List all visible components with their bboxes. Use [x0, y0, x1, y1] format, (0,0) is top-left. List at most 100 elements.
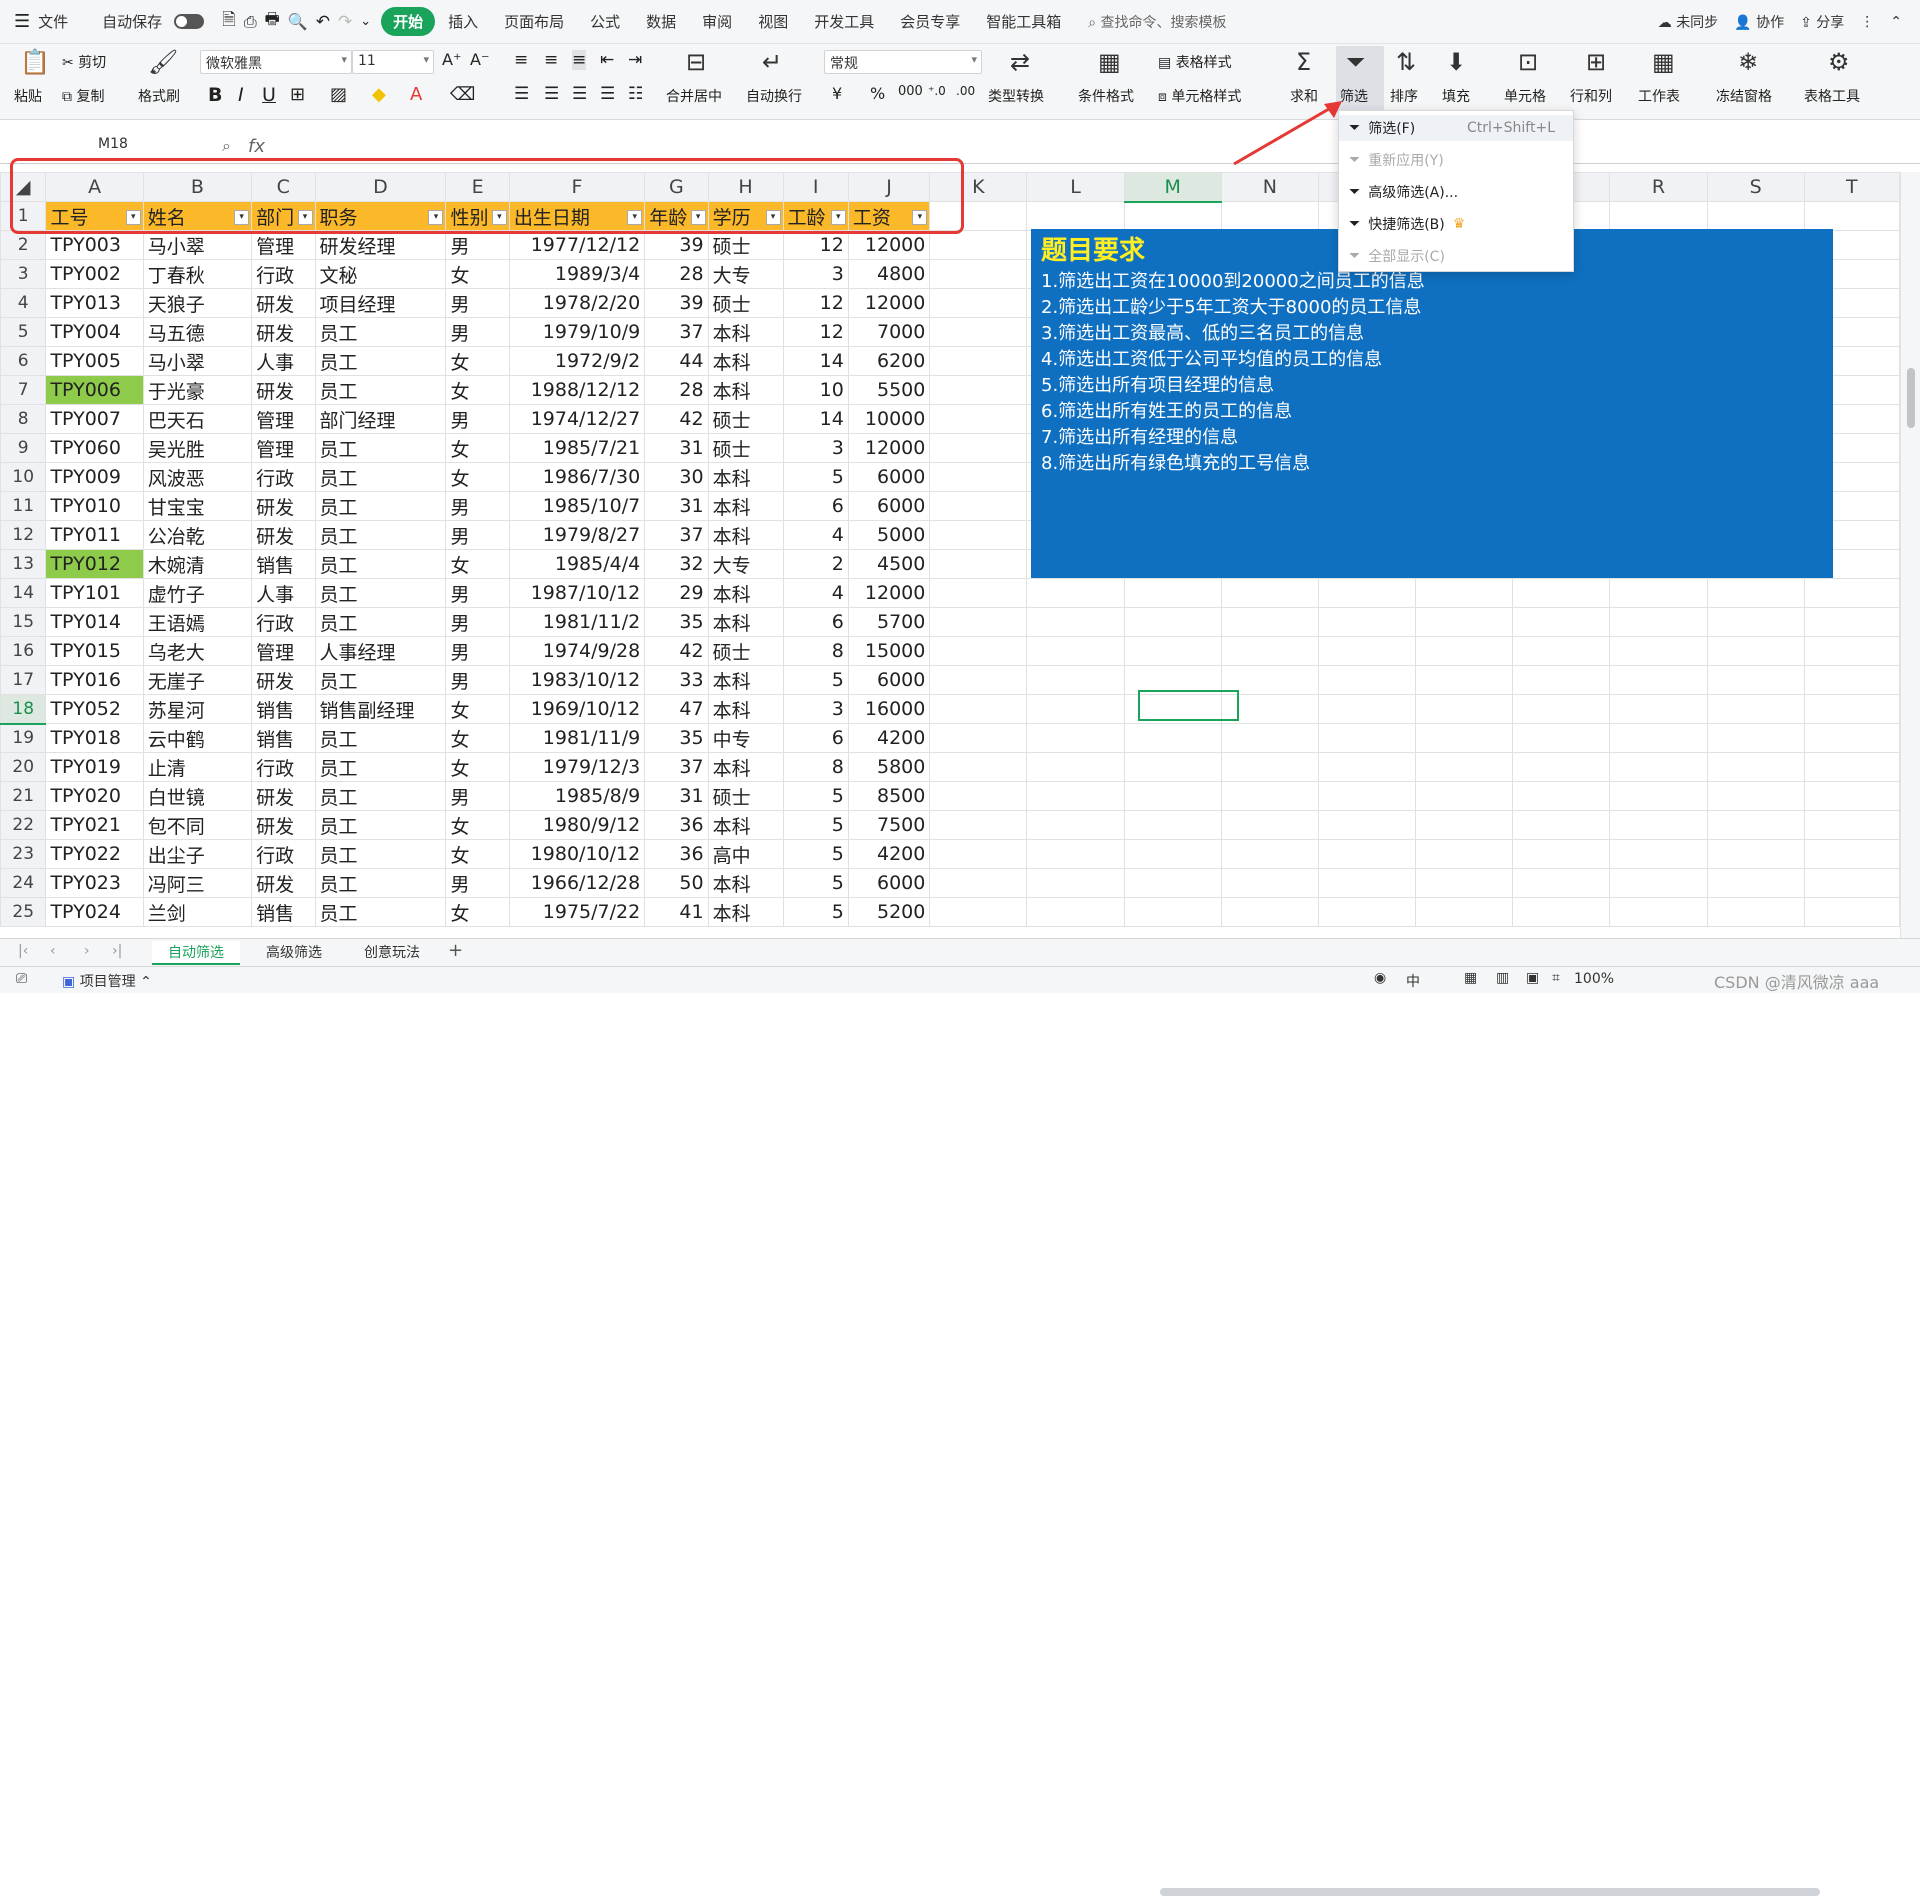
cell[interactable]: 男	[445, 230, 510, 260]
cell[interactable]: 木婉清	[142, 549, 253, 579]
cell[interactable]: 风波恶	[142, 462, 253, 492]
cell[interactable]: 销售	[251, 694, 316, 724]
empty-cell[interactable]	[1609, 201, 1708, 231]
row-header[interactable]: 24	[0, 868, 47, 898]
empty-cell[interactable]	[1512, 868, 1611, 898]
fx-icon[interactable]: fx	[248, 136, 265, 157]
empty-cell[interactable]	[1123, 781, 1222, 811]
cell[interactable]: 男	[445, 665, 510, 695]
cell[interactable]: TPY016	[45, 665, 144, 695]
empty-cell[interactable]	[1512, 839, 1611, 869]
cell[interactable]: 本科	[707, 317, 784, 347]
cell[interactable]: 员工	[314, 433, 447, 463]
brush-icon[interactable]: 🖌	[148, 48, 178, 76]
empty-cell[interactable]	[1609, 665, 1708, 695]
horizontal-scroll-thumb[interactable]	[1160, 1888, 1820, 1896]
row-header[interactable]: 12	[0, 520, 47, 550]
cell[interactable]: 5000	[847, 520, 931, 550]
cell[interactable]: 1987/10/12	[508, 578, 646, 608]
cell[interactable]: 员工	[314, 346, 447, 376]
cell[interactable]: 硕士	[707, 230, 784, 260]
cell[interactable]: 男	[445, 781, 510, 811]
horizontal-scrollbar[interactable]	[1140, 1881, 1880, 1901]
empty-cell[interactable]	[1317, 868, 1417, 898]
cell[interactable]: 销售	[251, 723, 316, 753]
empty-cell[interactable]	[1317, 810, 1417, 840]
empty-cell[interactable]	[1317, 636, 1417, 666]
empty-cell[interactable]	[1609, 781, 1708, 811]
empty-cell[interactable]	[929, 810, 1028, 840]
cell[interactable]: 部门经理	[314, 404, 447, 434]
wrap-icon[interactable]: ↵	[762, 48, 782, 76]
cell[interactable]: 本科	[707, 868, 784, 898]
cell[interactable]: TPY007	[45, 404, 144, 434]
paste-button[interactable]: 粘贴	[14, 86, 42, 106]
cell[interactable]: 女	[445, 433, 510, 463]
empty-cell[interactable]	[1123, 578, 1222, 608]
cell[interactable]: 本科	[707, 665, 784, 695]
empty-cell[interactable]	[1026, 781, 1125, 811]
cell[interactable]: 行政	[251, 259, 316, 289]
cell[interactable]: 员工	[314, 549, 447, 579]
cell[interactable]: 员工	[314, 839, 447, 869]
row-header[interactable]: 20	[0, 752, 47, 782]
empty-cell[interactable]	[1803, 201, 1900, 231]
project-button[interactable]: ▣ 项目管理 ⌃	[62, 971, 152, 991]
cell[interactable]: 1985/8/9	[508, 781, 646, 811]
grow-font-icon[interactable]: A⁺	[442, 50, 461, 69]
empty-cell[interactable]	[1803, 810, 1900, 840]
table-tools-icon[interactable]: ⚙	[1828, 48, 1850, 76]
empty-cell[interactable]	[1415, 607, 1514, 637]
cell[interactable]: 47	[644, 694, 709, 724]
collapse-icon[interactable]: ⌃	[1890, 14, 1902, 30]
tab-developer[interactable]: 开发工具	[801, 11, 887, 32]
collab-button[interactable]: 👤 协作	[1734, 12, 1784, 32]
ime-indicator[interactable]: 中	[1406, 971, 1420, 991]
cell[interactable]: 35	[644, 723, 709, 753]
cell[interactable]: 4200	[847, 839, 931, 869]
fill-icon[interactable]: ⬇	[1446, 48, 1466, 76]
cell[interactable]: 男	[445, 520, 510, 550]
cell[interactable]: 6000	[847, 491, 931, 521]
cell[interactable]: TPY009	[45, 462, 144, 492]
cell[interactable]: 14	[782, 346, 849, 376]
cell[interactable]: 研发	[251, 810, 316, 840]
empty-cell[interactable]	[1706, 781, 1805, 811]
cell[interactable]: TPY002	[45, 259, 144, 289]
cell[interactable]: 5800	[847, 752, 931, 782]
cell-icon[interactable]: ⊡	[1518, 48, 1538, 76]
row-header[interactable]: 25	[0, 897, 47, 927]
empty-cell[interactable]	[929, 752, 1028, 782]
cell[interactable]: 6000	[847, 868, 931, 898]
cell[interactable]: 7500	[847, 810, 931, 840]
cell[interactable]: 1980/9/12	[508, 810, 646, 840]
cell[interactable]: TPY024	[45, 897, 144, 927]
empty-cell[interactable]	[929, 462, 1028, 492]
cell[interactable]: 42	[644, 404, 709, 434]
normal-view-icon[interactable]: ▦	[1464, 970, 1477, 986]
sort-button[interactable]: 排序	[1390, 86, 1418, 106]
empty-cell[interactable]	[929, 694, 1028, 724]
cell[interactable]: 兰剑	[142, 897, 253, 927]
empty-cell[interactable]	[1220, 839, 1319, 869]
empty-cell[interactable]	[1609, 810, 1708, 840]
fill-button[interactable]: 填充	[1442, 86, 1470, 106]
empty-cell[interactable]	[1803, 578, 1900, 608]
empty-cell[interactable]	[1803, 665, 1900, 695]
cell[interactable]: 女	[445, 375, 510, 405]
col-header-selected[interactable]: M	[1123, 172, 1222, 203]
empty-cell[interactable]	[1609, 694, 1708, 724]
cell[interactable]: 马小翠	[142, 230, 253, 260]
empty-cell[interactable]	[1415, 636, 1514, 666]
cell[interactable]: 硕士	[707, 288, 784, 318]
cell[interactable]: 5	[782, 781, 849, 811]
cell[interactable]: 本科	[707, 897, 784, 927]
empty-cell[interactable]	[1803, 636, 1900, 666]
empty-cell[interactable]	[1220, 897, 1319, 927]
name-box[interactable]: M18	[30, 136, 196, 160]
menu-item-show-all[interactable]: ⏷ 全部显示(C)	[1349, 243, 1445, 269]
empty-cell[interactable]	[1220, 723, 1319, 753]
empty-cell[interactable]	[1706, 201, 1805, 231]
cell[interactable]: 硕士	[707, 636, 784, 666]
row-header[interactable]: 23	[0, 839, 47, 869]
